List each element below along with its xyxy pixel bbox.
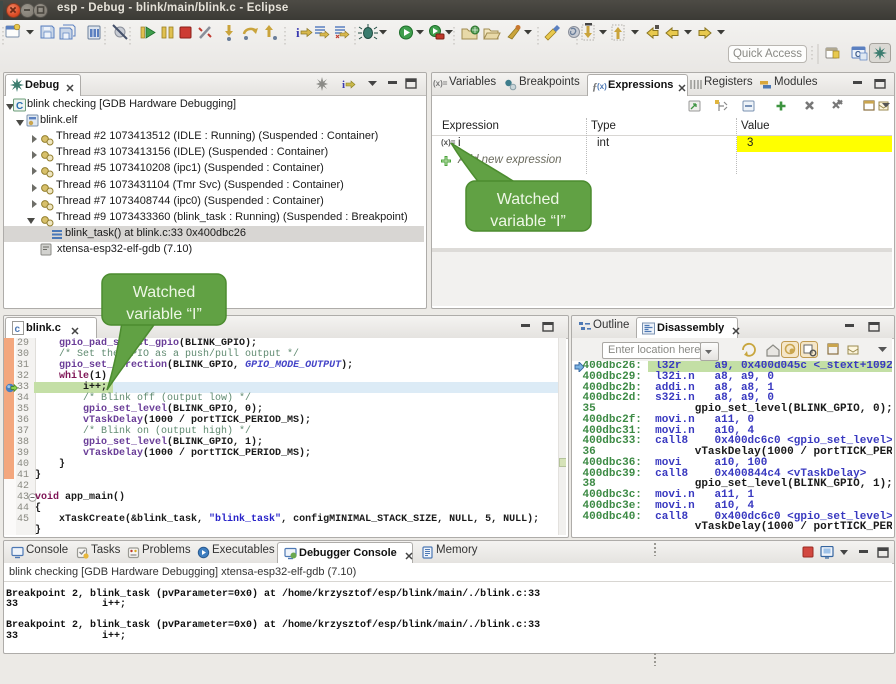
svg-text:c: c xyxy=(15,324,21,335)
svg-text:i: i xyxy=(296,25,300,40)
svg-text:(x): (x) xyxy=(597,82,607,91)
svg-text:C: C xyxy=(16,101,23,112)
svg-text:i: i xyxy=(342,79,345,91)
